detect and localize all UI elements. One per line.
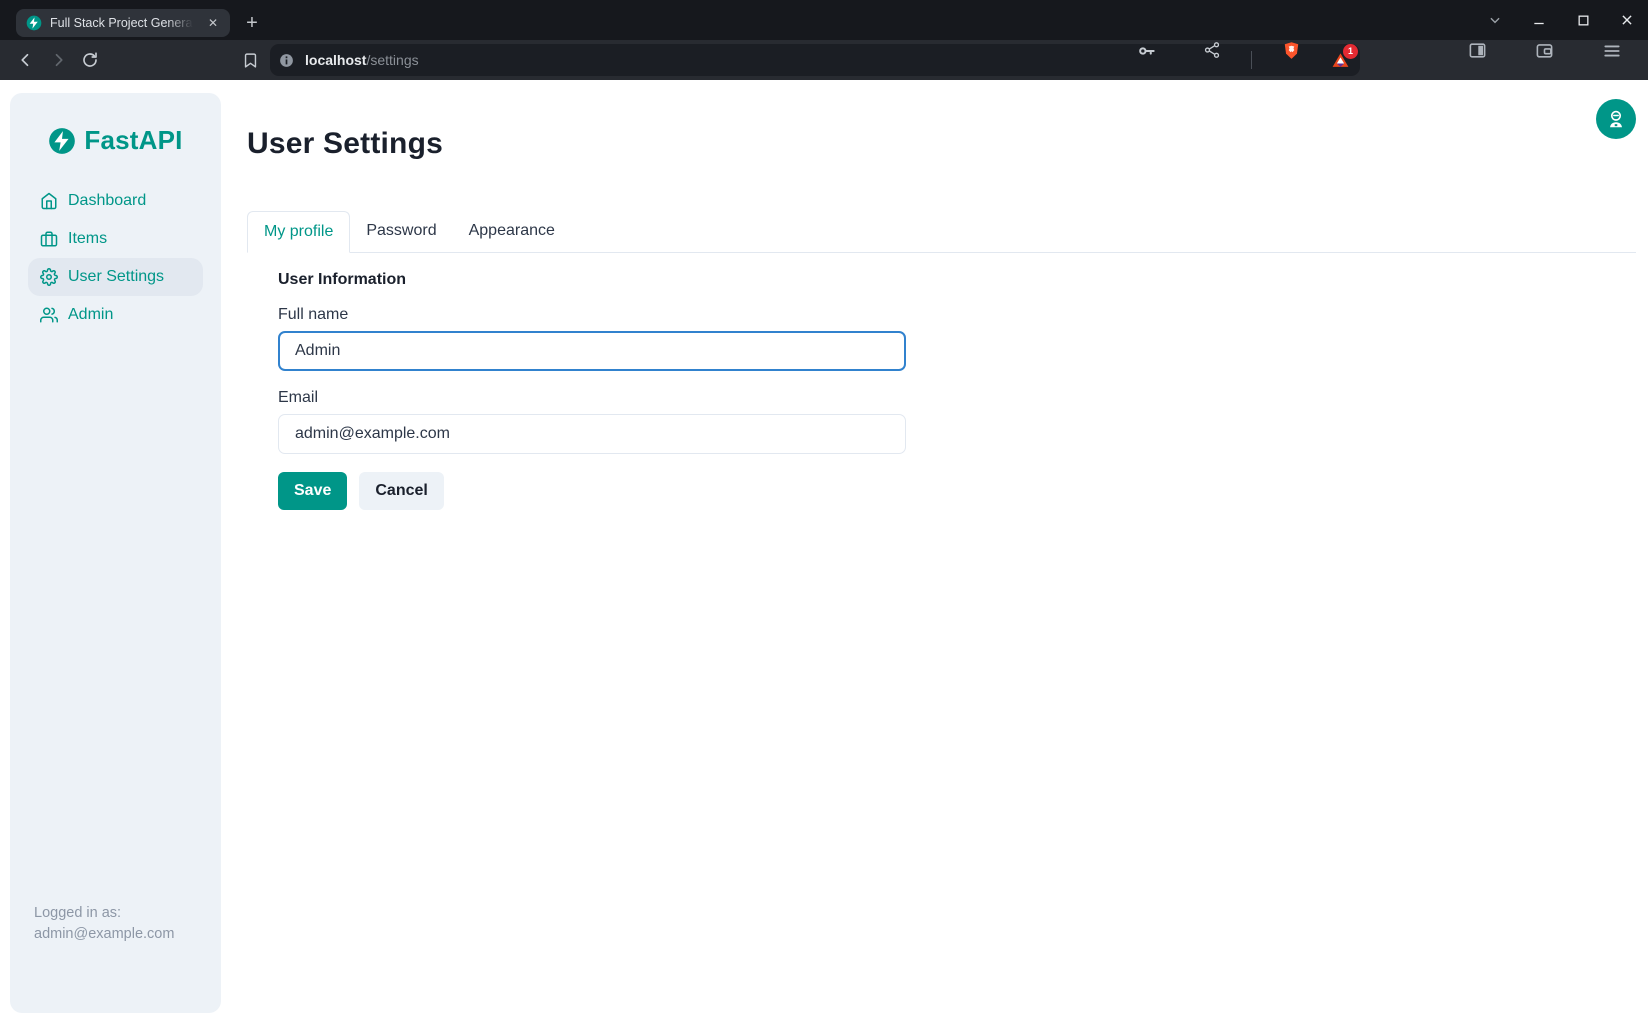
email-label: Email (278, 389, 1636, 407)
logged-in-email: admin@example.com (34, 924, 197, 945)
reload-button[interactable] (74, 44, 106, 76)
url-path: /settings (366, 52, 418, 68)
main-content: User Settings My profile Password Appear… (221, 80, 1648, 1025)
sidebar-item-label: Items (68, 230, 107, 248)
email-field-group: Email (278, 389, 1636, 454)
home-icon (40, 192, 58, 210)
saved-passwords-key-icon[interactable] (1121, 41, 1173, 79)
app-page: FastAPI Dashboard Items User Settings Ad… (0, 80, 1648, 1025)
tab-appearance[interactable]: Appearance (453, 211, 571, 253)
tab-strip: Full Stack Project Genera ✕ + (0, 0, 1648, 40)
sidebar-item-label: Dashboard (68, 192, 146, 210)
close-tab-icon[interactable]: ✕ (204, 14, 222, 32)
section-title: User Information (278, 271, 1636, 289)
brand-name: FastAPI (84, 125, 182, 156)
close-window-button[interactable] (1616, 9, 1638, 31)
fastapi-logo: FastAPI (10, 93, 221, 182)
forward-button[interactable] (42, 44, 74, 76)
sidebar-item-label: Admin (68, 306, 113, 324)
bookmark-icon[interactable] (234, 44, 266, 76)
browser-chrome: Full Stack Project Genera ✕ + (0, 0, 1648, 80)
tab-search-chevron-icon[interactable] (1484, 9, 1506, 31)
users-icon (40, 306, 58, 324)
tab-password[interactable]: Password (350, 211, 452, 253)
user-menu-avatar[interactable] (1596, 99, 1636, 139)
browser-toolbar: localhost/settings 1 (0, 40, 1648, 80)
maximize-button[interactable] (1572, 9, 1594, 31)
full-name-input[interactable] (278, 331, 906, 371)
settings-tabs: My profile Password Appearance (247, 211, 1636, 253)
fastapi-favicon-icon (26, 15, 42, 31)
logged-in-footer: Logged in as: admin@example.com (10, 903, 221, 1013)
site-info-icon[interactable] (278, 52, 295, 69)
save-button[interactable]: Save (278, 472, 347, 510)
fastapi-bolt-icon (48, 127, 76, 155)
toolbar-divider (1251, 51, 1252, 69)
sidebar-item-admin[interactable]: Admin (28, 296, 203, 334)
browser-tab[interactable]: Full Stack Project Genera ✕ (16, 9, 230, 37)
full-name-field-group: Full name (278, 306, 1636, 371)
sidebar-toggle-icon[interactable] (1452, 41, 1503, 79)
new-tab-button[interactable]: + (238, 9, 266, 37)
brave-rewards-icon[interactable]: 1 (1331, 51, 1350, 70)
astronaut-user-icon (1605, 108, 1627, 130)
briefcase-icon (40, 230, 58, 248)
sidebar-item-items[interactable]: Items (28, 220, 203, 258)
wallet-icon[interactable] (1519, 41, 1570, 79)
brave-shield-icon[interactable] (1266, 41, 1317, 79)
menu-hamburger-icon[interactable] (1586, 41, 1638, 79)
email-input[interactable] (278, 414, 906, 454)
rewards-badge: 1 (1343, 44, 1358, 59)
full-name-label: Full name (278, 306, 1636, 324)
tab-title: Full Stack Project Genera (50, 16, 196, 30)
url-host: localhost (305, 52, 366, 68)
tab-my-profile[interactable]: My profile (247, 211, 350, 253)
form-actions: Save Cancel (278, 472, 1636, 510)
page-title: User Settings (247, 127, 1636, 161)
sidebar-item-dashboard[interactable]: Dashboard (28, 182, 203, 220)
sidebar-item-label: User Settings (68, 268, 164, 286)
sidebar: FastAPI Dashboard Items User Settings Ad… (10, 93, 221, 1013)
minimize-button[interactable] (1528, 9, 1550, 31)
cancel-button[interactable]: Cancel (359, 472, 443, 510)
window-controls (1484, 0, 1638, 40)
address-bar[interactable]: localhost/settings 1 (270, 44, 1360, 76)
sidebar-item-user-settings[interactable]: User Settings (28, 258, 203, 296)
profile-tab-panel: User Information Full name Email Save Ca… (247, 253, 1636, 510)
logged-in-label: Logged in as: (34, 903, 197, 924)
share-icon[interactable] (1187, 41, 1237, 79)
back-button[interactable] (10, 44, 42, 76)
gear-icon (40, 268, 58, 286)
toolbar-right-group (1452, 41, 1638, 79)
sidebar-menu: Dashboard Items User Settings Admin (10, 182, 221, 334)
